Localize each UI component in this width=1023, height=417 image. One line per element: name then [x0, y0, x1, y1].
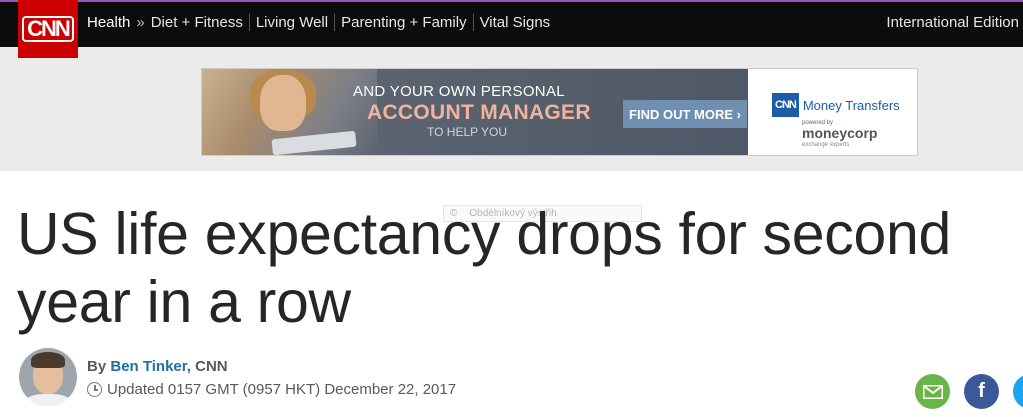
share-twitter-button[interactable]: [1013, 374, 1023, 409]
cnn-logo[interactable]: CNN: [18, 0, 78, 58]
advertisement[interactable]: AND YOUR OWN PERSONAL ACCOUNT MANAGER TO…: [201, 68, 918, 156]
article-headline: US life expectancy drops for second year…: [17, 201, 951, 335]
ad-photo: [202, 69, 377, 155]
share-facebook-button[interactable]: f: [964, 374, 999, 409]
nav-item-vital-signs[interactable]: Vital Signs: [472, 14, 557, 31]
byline-org: , CNN: [186, 358, 228, 375]
ad-banner-area: AND YOUR OWN PERSONAL ACCOUNT MANAGER TO…: [0, 47, 1023, 171]
ad-find-out-more-button[interactable]: FIND OUT MORE ›: [623, 100, 747, 128]
share-email-button[interactable]: [915, 374, 950, 409]
ad-headline-1: AND YOUR OWN PERSONAL: [353, 83, 565, 100]
ad-partner-logo: moneycorp: [802, 125, 878, 141]
byline-by: By: [87, 358, 107, 375]
cnn-logo-text: CNN: [22, 16, 74, 42]
edition-selector[interactable]: International Edition: [886, 14, 1019, 31]
section-nav: Health » Diet + Fitness Living Well Pare…: [87, 14, 556, 31]
ad-creative: AND YOUR OWN PERSONAL ACCOUNT MANAGER TO…: [202, 69, 748, 155]
clock-icon: [87, 382, 102, 397]
avatar-shirt: [25, 394, 71, 406]
byline: By Ben Tinker, CNN: [87, 358, 228, 375]
avatar-hair: [31, 352, 65, 368]
author-avatar[interactable]: [19, 348, 77, 406]
facebook-icon: f: [978, 380, 985, 402]
nav-separator: »: [136, 14, 145, 31]
ad-brand-name: Money Transfers: [802, 97, 900, 113]
ad-brand-logo: CNN Money Transfers: [772, 93, 900, 117]
ad-brand-panel: CNN Money Transfers powered by moneycorp…: [748, 69, 917, 155]
nav-item-diet-fitness[interactable]: Diet + Fitness: [151, 14, 249, 31]
ad-cnn-logo: CNN: [772, 93, 799, 117]
author-link[interactable]: Ben Tinker: [110, 358, 186, 375]
nav-item-living-well[interactable]: Living Well: [248, 14, 334, 31]
top-navigation-bar: Health » Diet + Fitness Living Well Pare…: [0, 0, 1023, 47]
ad-photo-tablet: [271, 130, 357, 155]
nav-section-health[interactable]: Health: [87, 14, 130, 31]
ad-partner-tagline: exchange experts: [802, 142, 850, 148]
email-icon: [922, 384, 943, 399]
nav-item-parenting-family[interactable]: Parenting + Family: [334, 14, 472, 31]
updated-text: Updated 0157 GMT (0957 HKT) December 22,…: [107, 381, 457, 398]
ad-headline-3: TO HELP YOU: [427, 125, 508, 139]
updated-timestamp: Updated 0157 GMT (0957 HKT) December 22,…: [87, 381, 456, 398]
ad-headline-2: ACCOUNT MANAGER: [367, 101, 591, 124]
ad-photo-face: [260, 75, 306, 131]
